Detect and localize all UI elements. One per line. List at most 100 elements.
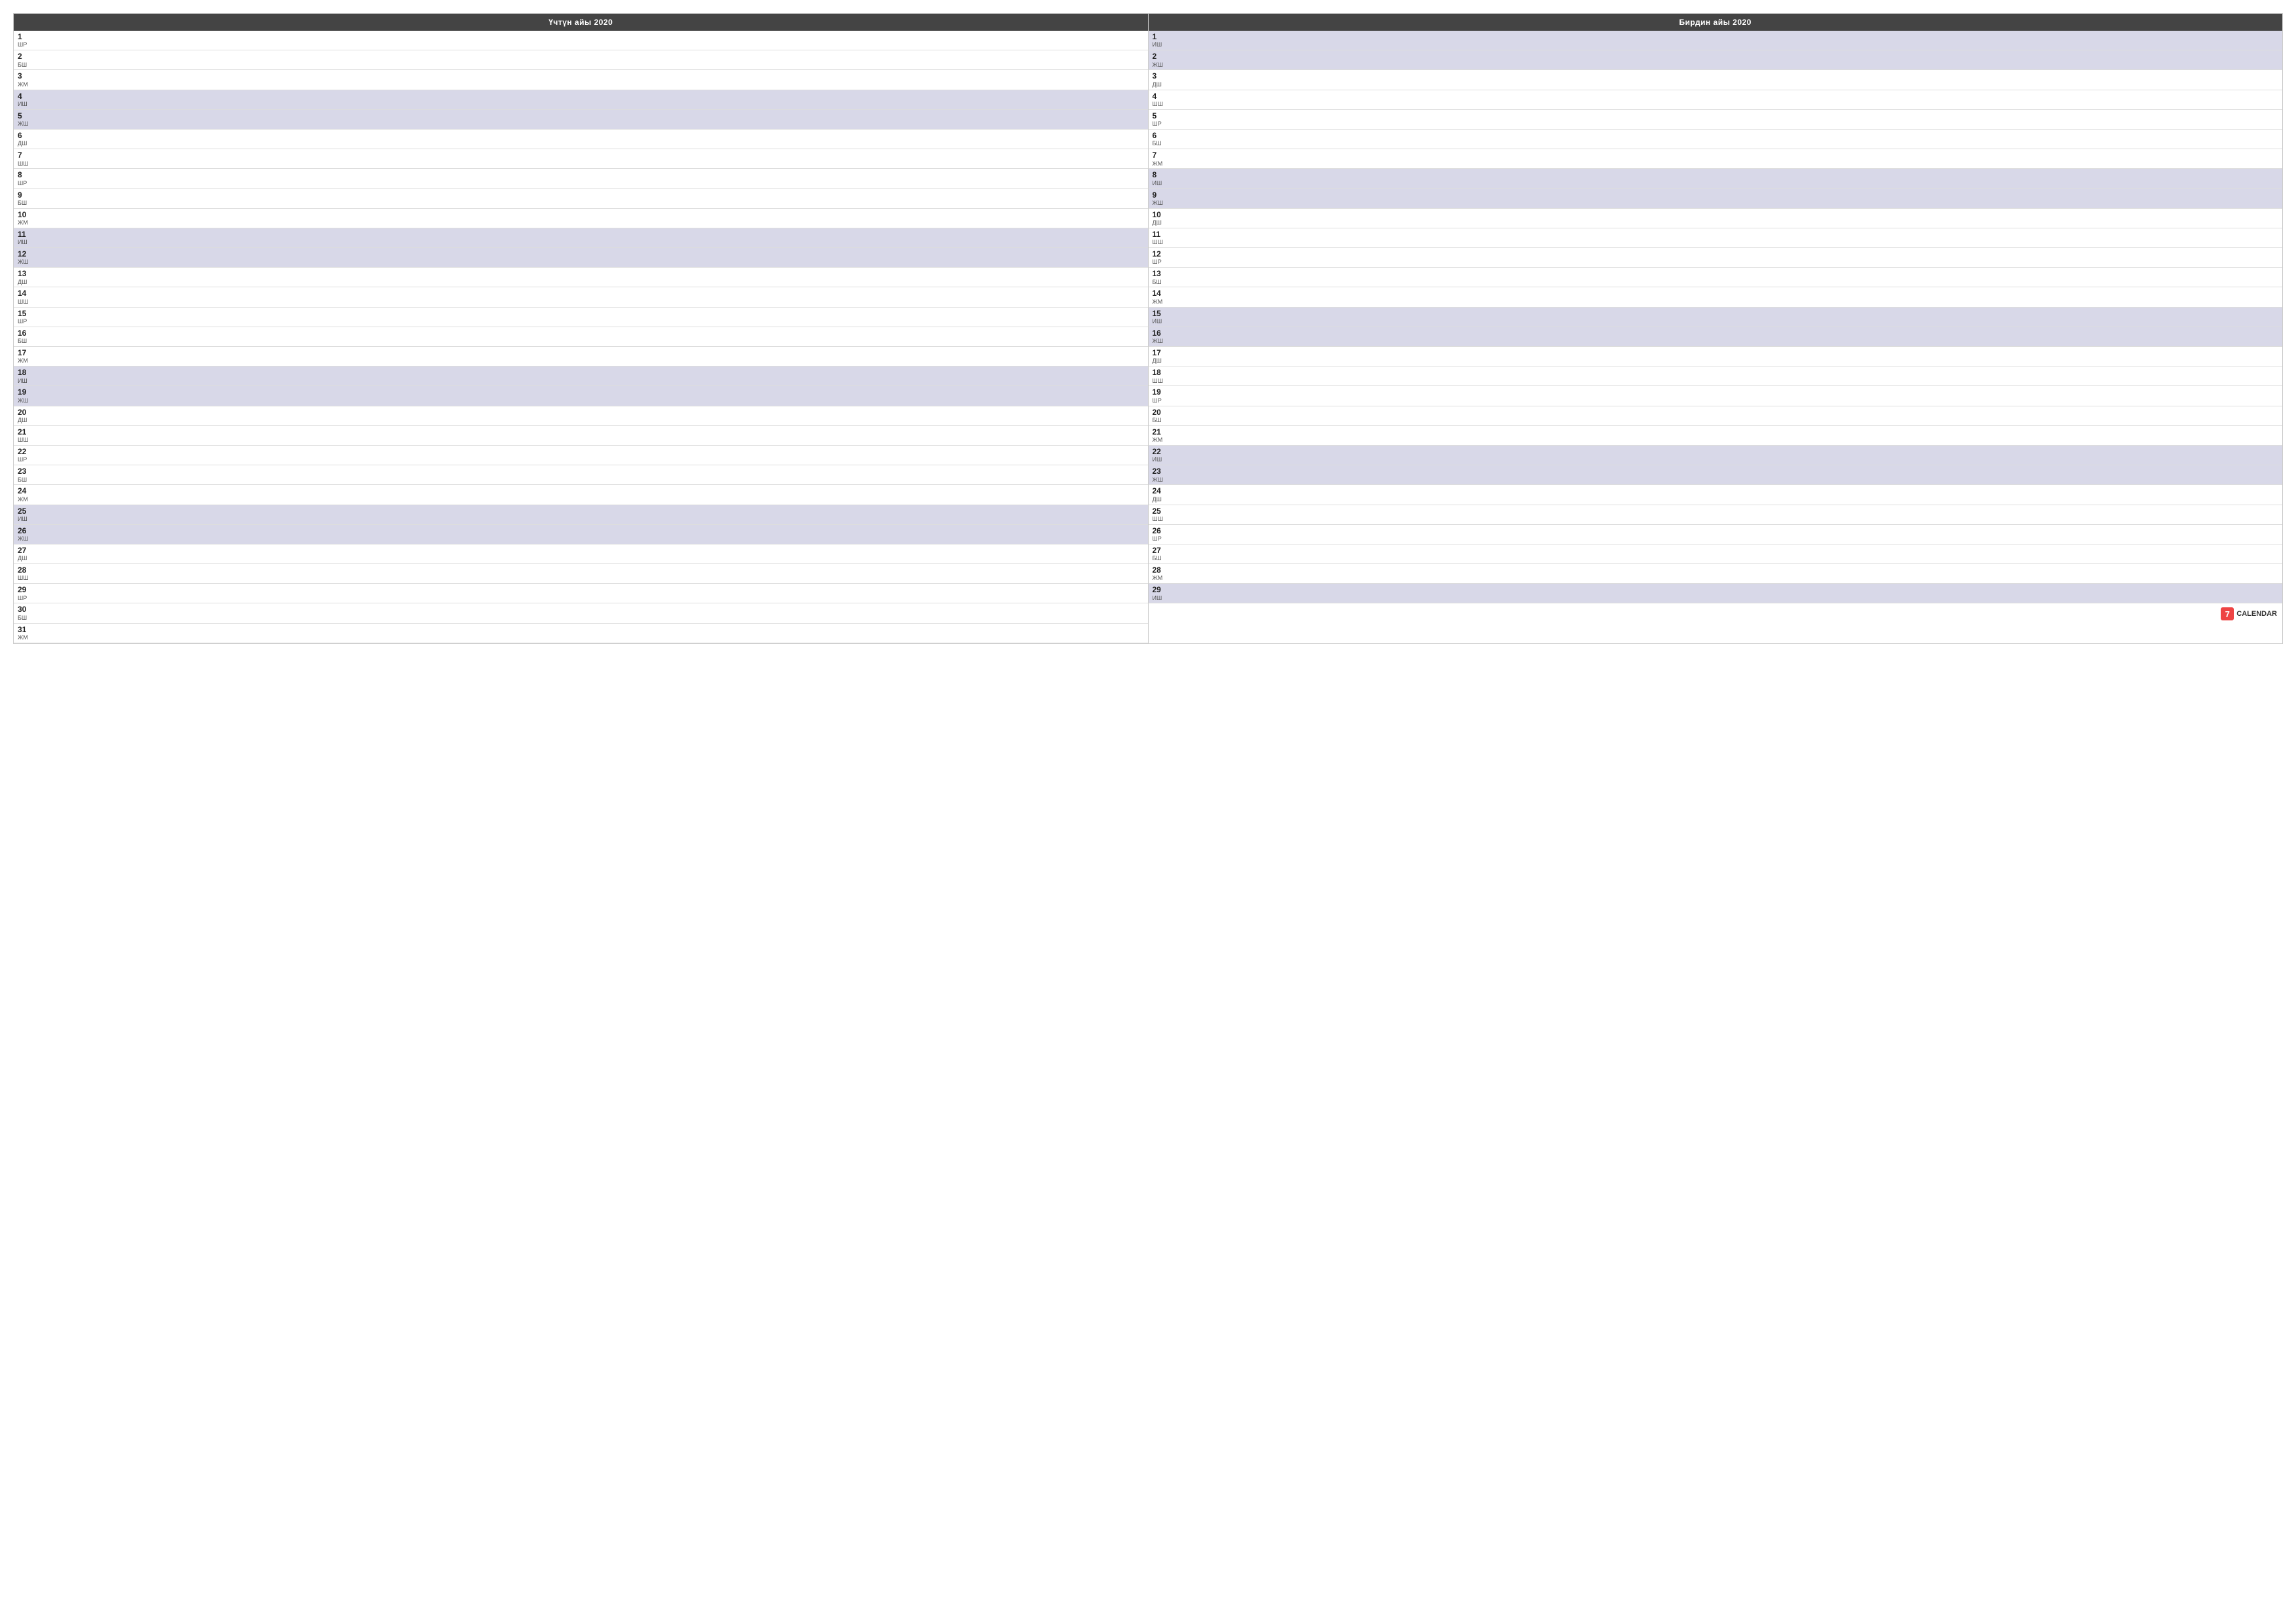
day-cell: 18 ИШ: [18, 368, 39, 384]
day-cell: 7 ЖМ: [1153, 151, 1174, 167]
day-cell: 25 ШШ: [1153, 507, 1174, 523]
left-day-row: 16 БШ: [14, 327, 1148, 347]
day-name: ЖМ: [1153, 437, 1174, 444]
day-name: ШР: [18, 595, 39, 602]
day-number: 27: [1153, 546, 1174, 555]
day-name: ЖШ: [1153, 200, 1174, 207]
right-day-row: 20 БШ: [1149, 406, 2283, 426]
left-day-row: 1 ШР: [14, 31, 1148, 50]
day-name: ЖМ: [18, 357, 39, 365]
day-name: ДШ: [18, 279, 39, 286]
day-name: ИШ: [1153, 318, 1174, 325]
day-number: 14: [18, 289, 39, 298]
right-calendar-days: 1 ИШ 2 ЖШ 3 ДШ 4 ШШ 5 ШР 6 БШ 7 ЖМ: [1149, 31, 2283, 603]
right-day-row: 18 ШШ: [1149, 366, 2283, 386]
right-day-row: 28 ЖМ: [1149, 564, 2283, 584]
left-day-row: 3 ЖМ: [14, 70, 1148, 90]
day-name: ИШ: [1153, 41, 1174, 48]
day-cell: 12 ЖШ: [18, 249, 39, 266]
right-day-row: 13 БШ: [1149, 268, 2283, 287]
day-number: 1: [1153, 32, 1174, 41]
day-cell: 14 ШШ: [18, 289, 39, 305]
day-number: 2: [1153, 52, 1174, 61]
day-name: ДШ: [18, 555, 39, 562]
day-name: ШШ: [18, 437, 39, 444]
day-name: ЖШ: [18, 120, 39, 128]
calendar-logo-icon: 7: [2221, 607, 2234, 620]
day-name: ДШ: [1153, 357, 1174, 365]
day-name: ДШ: [18, 140, 39, 147]
day-cell: 12 ШР: [1153, 249, 1174, 266]
left-day-row: 10 ЖМ: [14, 209, 1148, 228]
day-number: 11: [18, 230, 39, 239]
left-day-row: 21 ШШ: [14, 426, 1148, 446]
calendars-container: Үчтүн айы 2020 1 ШР 2 БШ 3 ЖМ 4 ИШ 5 ЖШ …: [13, 13, 2283, 644]
day-number: 9: [18, 190, 39, 200]
day-name: ИШ: [18, 101, 39, 108]
day-number: 19: [1153, 387, 1174, 397]
day-cell: 17 ДШ: [1153, 348, 1174, 365]
day-name: ИШ: [18, 516, 39, 523]
day-number: 20: [18, 408, 39, 417]
right-day-row: 25 ШШ: [1149, 505, 2283, 525]
day-name: ЖМ: [1153, 575, 1174, 582]
day-number: 1: [18, 32, 39, 41]
right-day-row: 23 ЖШ: [1149, 465, 2283, 485]
day-cell: 17 ЖМ: [18, 348, 39, 365]
right-day-row: 3 ДШ: [1149, 70, 2283, 90]
day-cell: 5 ШР: [1153, 111, 1174, 128]
day-number: 16: [18, 329, 39, 338]
day-number: 31: [18, 625, 39, 634]
day-name: БШ: [1153, 140, 1174, 147]
left-calendar-days: 1 ШР 2 БШ 3 ЖМ 4 ИШ 5 ЖШ 6 ДШ 7 ШШ: [14, 31, 1148, 643]
day-cell: 27 ДШ: [18, 546, 39, 562]
day-cell: 8 ИШ: [1153, 170, 1174, 187]
day-name: ЖМ: [1153, 298, 1174, 306]
day-cell: 3 ЖМ: [18, 71, 39, 88]
day-cell: 21 ШШ: [18, 427, 39, 444]
left-calendar: Үчтүн айы 2020 1 ШР 2 БШ 3 ЖМ 4 ИШ 5 ЖШ …: [14, 14, 1149, 643]
day-name: ЖМ: [18, 219, 39, 226]
left-calendar-header: Үчтүн айы 2020: [14, 14, 1148, 31]
day-number: 24: [18, 486, 39, 495]
day-number: 4: [1153, 92, 1174, 101]
left-day-row: 8 ШР: [14, 169, 1148, 188]
day-number: 23: [1153, 467, 1174, 476]
day-cell: 4 ИШ: [18, 92, 39, 108]
day-name: ШР: [1153, 259, 1174, 266]
day-number: 13: [18, 269, 39, 278]
day-name: ЖШ: [18, 259, 39, 266]
day-name: ЖШ: [1153, 476, 1174, 484]
day-number: 7: [1153, 151, 1174, 160]
day-cell: 22 ИШ: [1153, 447, 1174, 463]
day-number: 30: [18, 605, 39, 614]
day-cell: 19 ШР: [1153, 387, 1174, 404]
day-name: ШР: [18, 41, 39, 48]
day-name: ШШ: [18, 298, 39, 306]
day-number: 14: [1153, 289, 1174, 298]
right-day-row: 24 ДШ: [1149, 485, 2283, 505]
left-day-row: 20 ДШ: [14, 406, 1148, 426]
right-day-row: 15 ИШ: [1149, 308, 2283, 327]
day-cell: 3 ДШ: [1153, 71, 1174, 88]
day-cell: 20 ДШ: [18, 408, 39, 424]
day-cell: 16 ЖШ: [1153, 329, 1174, 345]
day-number: 15: [18, 309, 39, 318]
right-day-row: 19 ШР: [1149, 386, 2283, 406]
left-day-row: 6 ДШ: [14, 130, 1148, 149]
right-day-row: 1 ИШ: [1149, 31, 2283, 50]
left-day-row: 19 ЖШ: [14, 386, 1148, 406]
day-number: 15: [1153, 309, 1174, 318]
left-day-row: 14 ШШ: [14, 287, 1148, 307]
day-number: 7: [18, 151, 39, 160]
right-day-row: 9 ЖШ: [1149, 189, 2283, 209]
day-number: 26: [1153, 526, 1174, 535]
day-name: ШР: [1153, 397, 1174, 404]
day-number: 5: [18, 111, 39, 120]
day-name: ДШ: [1153, 219, 1174, 226]
day-name: БШ: [1153, 417, 1174, 424]
day-name: ШШ: [18, 575, 39, 582]
left-day-row: 18 ИШ: [14, 366, 1148, 386]
day-cell: 24 ЖМ: [18, 486, 39, 503]
day-number: 13: [1153, 269, 1174, 278]
